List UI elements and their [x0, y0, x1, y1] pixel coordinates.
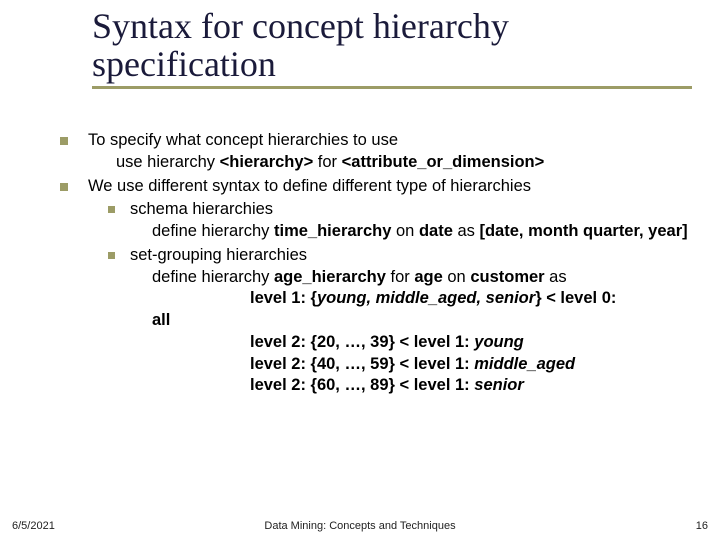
text: level 2: {60, …, 89} < level 1:	[250, 376, 474, 394]
bullet-2: We use different syntax to define differ…	[60, 176, 700, 398]
on-attr: date	[419, 222, 453, 240]
title-underline	[92, 86, 692, 89]
sub-bullet-list: schema hierarchies define hierarchy time…	[88, 199, 700, 397]
text: as	[545, 268, 567, 286]
level2c-value: senior	[474, 376, 524, 394]
bullet-1-line1: To specify what concept hierarchies to u…	[88, 131, 398, 149]
slide-title: Syntax for concept hierarchy specificati…	[92, 8, 690, 84]
text: level 1: {	[250, 289, 317, 307]
level1-line: level 1: {young, middle_aged, senior} < …	[130, 288, 700, 310]
slide: Syntax for concept hierarchy specificati…	[0, 0, 720, 540]
square-bullet-icon	[108, 252, 115, 259]
square-bullet-icon	[60, 183, 68, 191]
text: as	[453, 222, 480, 240]
level1-values: young, middle_aged, senior	[317, 289, 535, 307]
footer-page-number: 16	[696, 520, 708, 532]
sub2-definition: define hierarchy age_hierarchy for age o…	[130, 267, 700, 289]
text: define hierarchy	[152, 268, 274, 286]
sub2-label: set-grouping hierarchies	[130, 246, 307, 264]
square-bullet-icon	[60, 137, 68, 145]
sub-bullet-schema: schema hierarchies define hierarchy time…	[108, 199, 700, 243]
text: use hierarchy	[116, 153, 220, 171]
title-area: Syntax for concept hierarchy specificati…	[92, 8, 690, 89]
level2b-line: level 2: {40, …, 59} < level 1: middle_a…	[130, 354, 700, 376]
hierarchy-token: <hierarchy>	[220, 153, 314, 171]
bullet-1-line2: use hierarchy <hierarchy> for <attribute…	[88, 152, 700, 174]
text: level 2: {40, …, 59} < level 1:	[250, 355, 474, 373]
on-table: customer	[470, 268, 544, 286]
bullet-list: To specify what concept hierarchies to u…	[60, 130, 700, 397]
sub1-label: schema hierarchies	[130, 200, 273, 218]
attr-token: <attribute_or_dimension>	[342, 153, 545, 171]
sub1-definition: define hierarchy time_hierarchy on date …	[130, 221, 700, 243]
all-token: all	[152, 311, 170, 329]
text: on	[391, 222, 419, 240]
body-content: To specify what concept hierarchies to u…	[60, 130, 700, 399]
square-bullet-icon	[108, 206, 115, 213]
text: for	[386, 268, 414, 286]
sub-bullet-setgroup: set-grouping hierarchies define hierarch…	[108, 245, 700, 397]
bullet-2-line1: We use different syntax to define differ…	[88, 177, 531, 195]
level2b-value: middle_aged	[474, 355, 575, 373]
text: level 2: {20, …, 39} < level 1:	[250, 333, 474, 351]
text: for	[313, 153, 341, 171]
bullet-1: To specify what concept hierarchies to u…	[60, 130, 700, 174]
level2c-line: level 2: {60, …, 89} < level 1: senior	[130, 375, 700, 397]
level-list: [date, month quarter, year]	[479, 222, 687, 240]
hierarchy-name: age_hierarchy	[274, 268, 386, 286]
footer-center: Data Mining: Concepts and Techniques	[0, 520, 720, 532]
text: } < level 0:	[535, 289, 616, 307]
level0-all: all	[130, 310, 700, 332]
for-attr: age	[414, 268, 442, 286]
level2a-value: young	[474, 333, 524, 351]
text: define hierarchy	[152, 222, 274, 240]
hierarchy-name: time_hierarchy	[274, 222, 391, 240]
level2a-line: level 2: {20, …, 39} < level 1: young	[130, 332, 700, 354]
text: on	[443, 268, 471, 286]
